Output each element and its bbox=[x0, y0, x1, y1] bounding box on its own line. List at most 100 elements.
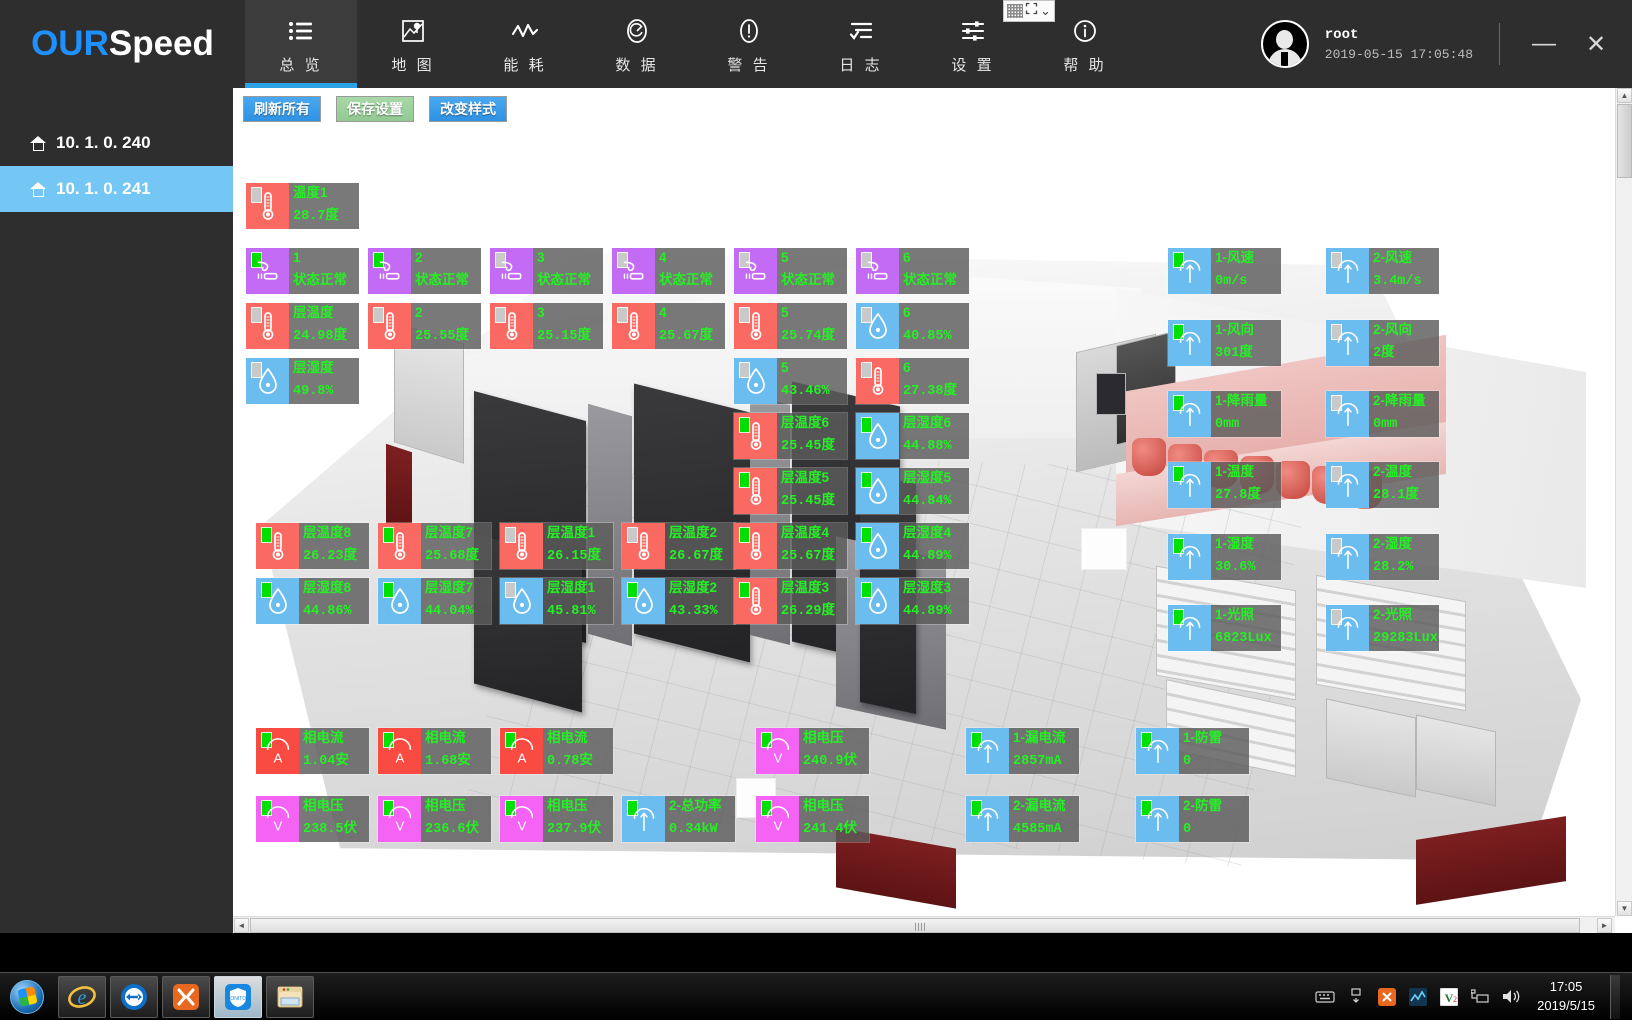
sensor-widget[interactable]: 2-湿度28.2% bbox=[1326, 534, 1439, 580]
sensor-widget[interactable]: V相电压236.6伏 bbox=[378, 796, 491, 842]
sensor-widget[interactable]: 层湿度145.81% bbox=[500, 578, 613, 624]
sensor-widget[interactable]: 2状态正常 bbox=[368, 248, 481, 294]
sensor-widget[interactable]: 2-漏电流4585mA bbox=[966, 796, 1079, 842]
tab-map[interactable]: 地 图 bbox=[357, 0, 469, 88]
sensor-widget[interactable]: 层湿度49.8% bbox=[246, 358, 359, 404]
sensor-widget[interactable]: 层温度625.45度 bbox=[734, 413, 847, 459]
tab-data[interactable]: 数 据 bbox=[581, 0, 693, 88]
scroll-up-arrow[interactable]: ▲ bbox=[1617, 88, 1632, 103]
sensor-widget[interactable]: 325.15度 bbox=[490, 303, 603, 349]
volume-icon[interactable] bbox=[1500, 986, 1522, 1008]
vertical-scrollbar[interactable]: ▲ ▼ bbox=[1615, 88, 1632, 916]
sensor-widget[interactable]: 层温度525.45度 bbox=[734, 468, 847, 514]
sensor-widget[interactable]: 2-温度28.1度 bbox=[1326, 462, 1439, 508]
sensor-widget[interactable]: 6状态正常 bbox=[856, 248, 969, 294]
show-hidden-icons-icon[interactable] bbox=[1345, 986, 1367, 1008]
sensor-widget[interactable]: 层温度826.23度 bbox=[256, 523, 369, 569]
sensor-widget-value: 45.81% bbox=[547, 604, 613, 624]
sensor-widget[interactable]: 2-总功率0.34kW bbox=[622, 796, 735, 842]
network-icon[interactable] bbox=[1469, 986, 1491, 1008]
sensor-widget[interactable]: A相电流1.68安 bbox=[378, 728, 491, 774]
sensor-widget[interactable]: 640.85% bbox=[856, 303, 969, 349]
vertical-scroll-thumb[interactable] bbox=[1617, 104, 1632, 178]
sidebar-item-host-240[interactable]: 10. 1. 0. 240 bbox=[0, 120, 233, 166]
tab-energy[interactable]: 能 耗 bbox=[469, 0, 581, 88]
sensor-widget[interactable]: 层湿度544.84% bbox=[856, 468, 969, 514]
sensor-widget[interactable]: 2-光照29283Lux bbox=[1326, 605, 1439, 651]
sensor-widget[interactable]: 1-风向301度 bbox=[1168, 320, 1281, 366]
file-explorer-icon[interactable] bbox=[266, 976, 314, 1018]
save-settings-button[interactable]: 保存设置 bbox=[336, 96, 414, 122]
xampp-icon[interactable] bbox=[162, 976, 210, 1018]
start-button[interactable] bbox=[0, 975, 54, 1019]
sensor-widget[interactable]: 627.38度 bbox=[856, 358, 969, 404]
sensor-widget[interactable]: 3状态正常 bbox=[490, 248, 603, 294]
sensor-widget[interactable]: A相电流0.78安 bbox=[500, 728, 613, 774]
refresh-all-button[interactable]: 刷新所有 bbox=[243, 96, 321, 122]
sensor-widget[interactable]: 2-风速3.4m/s bbox=[1326, 248, 1439, 294]
sensor-widget[interactable]: 层湿度344.89% bbox=[856, 578, 969, 624]
scroll-left-arrow[interactable]: ◄ bbox=[234, 918, 249, 933]
sensor-widget[interactable]: 225.55度 bbox=[368, 303, 481, 349]
sensor-widget[interactable]: 层温度226.67度 bbox=[622, 523, 735, 569]
sensor-widget[interactable]: V相电压241.4伏 bbox=[756, 796, 869, 842]
scroll-down-arrow[interactable]: ▼ bbox=[1617, 901, 1632, 916]
scroll-right-arrow[interactable]: ► bbox=[1597, 918, 1612, 933]
sensor-widget[interactable]: 2-降雨量0mm bbox=[1326, 391, 1439, 437]
sensor-widget[interactable]: 2-防雷0 bbox=[1136, 796, 1249, 842]
thermometer-icon bbox=[499, 311, 525, 341]
sensor-widget[interactable]: 1-湿度30.6% bbox=[1168, 534, 1281, 580]
horizontal-scroll-thumb[interactable] bbox=[250, 918, 1580, 933]
internet-explorer-icon[interactable]: e bbox=[58, 976, 106, 1018]
minimize-button[interactable]: — bbox=[1526, 30, 1562, 58]
sensor-widget[interactable]: V相电压237.9伏 bbox=[500, 796, 613, 842]
chart-tray-icon[interactable] bbox=[1407, 986, 1429, 1008]
tab-alerts[interactable]: 警 告 bbox=[693, 0, 805, 88]
sensor-widget[interactable]: 层湿度243.33% bbox=[622, 578, 735, 624]
sensor-widget[interactable]: 1-光照6823Lux bbox=[1168, 605, 1281, 651]
xampp-tray-icon[interactable] bbox=[1376, 986, 1398, 1008]
sensor-widget-value: 24.98度 bbox=[293, 329, 359, 349]
keyboard-icon[interactable] bbox=[1314, 986, 1336, 1008]
thermometer-icon bbox=[743, 421, 769, 451]
sensor-widget[interactable]: 1状态正常 bbox=[246, 248, 359, 294]
teamviewer-icon[interactable] bbox=[110, 976, 158, 1018]
sidebar-item-host-241[interactable]: 10. 1. 0. 241 bbox=[0, 166, 233, 212]
sensor-widget[interactable]: 层温度24.98度 bbox=[246, 303, 359, 349]
sensor-widget[interactable]: 层湿度744.04% bbox=[378, 578, 491, 624]
sensor-widget[interactable]: 1-风速0m/s bbox=[1168, 248, 1281, 294]
change-style-button[interactable]: 改变样式 bbox=[429, 96, 507, 122]
sensor-widget[interactable]: 层温度326.29度 bbox=[734, 578, 847, 624]
datacenter-3d-view[interactable]: 温度128.7度 1状态正常2状态正常3状态正常4状态正常5状态正常6状态正常层温… bbox=[236, 148, 1613, 923]
sensor-widget[interactable]: V相电压240.9伏 bbox=[756, 728, 869, 774]
sensor-widget[interactable]: 层湿度844.86% bbox=[256, 578, 369, 624]
sensor-widget[interactable]: 层温度126.15度 bbox=[500, 523, 613, 569]
sensor-widget[interactable]: 层湿度444.89% bbox=[856, 523, 969, 569]
show-desktop-button[interactable] bbox=[1610, 975, 1620, 1019]
sensor-widget[interactable]: 温度128.7度 bbox=[246, 183, 359, 229]
tab-logs[interactable]: 日 志 bbox=[805, 0, 917, 88]
sensor-widget[interactable]: 层温度425.67度 bbox=[734, 523, 847, 569]
sensor-widget[interactable]: 4状态正常 bbox=[612, 248, 725, 294]
sensor-widget[interactable]: 425.67度 bbox=[612, 303, 725, 349]
close-button[interactable]: ✕ bbox=[1578, 30, 1614, 59]
monitoring-shield-icon[interactable]: MONITOR bbox=[214, 976, 262, 1018]
sensor-widget[interactable]: V相电压238.5伏 bbox=[256, 796, 369, 842]
tab-overview[interactable]: 总 览 bbox=[245, 0, 357, 88]
sensor-widget[interactable]: 1-温度27.8度 bbox=[1168, 462, 1281, 508]
sensor-widget[interactable]: 1-漏电流2857mA bbox=[966, 728, 1079, 774]
sensor-widget[interactable]: 5状态正常 bbox=[734, 248, 847, 294]
sensor-widget[interactable]: 层温度725.68度 bbox=[378, 523, 491, 569]
avatar[interactable] bbox=[1261, 20, 1309, 68]
sensor-widget[interactable]: 1-防雷0 bbox=[1136, 728, 1249, 774]
horizontal-scrollbar[interactable]: ◄ ► bbox=[233, 916, 1615, 933]
sensor-widget[interactable]: 1-降雨量0mm bbox=[1168, 391, 1281, 437]
taskbar-clock[interactable]: 17:05 2019/5/15 bbox=[1531, 978, 1595, 1016]
sensor-widget[interactable]: 2-风向2度 bbox=[1326, 320, 1439, 366]
sensor-widget[interactable]: A相电流1.04安 bbox=[256, 728, 369, 774]
sensor-widget[interactable]: 525.74度 bbox=[734, 303, 847, 349]
sensor-widget[interactable]: 543.46% bbox=[734, 358, 847, 404]
fullscreen-dropdown[interactable]: ⌄ bbox=[1003, 0, 1055, 22]
v2-tray-icon[interactable]: V2 bbox=[1438, 986, 1460, 1008]
sensor-widget[interactable]: 层湿度644.88% bbox=[856, 413, 969, 459]
